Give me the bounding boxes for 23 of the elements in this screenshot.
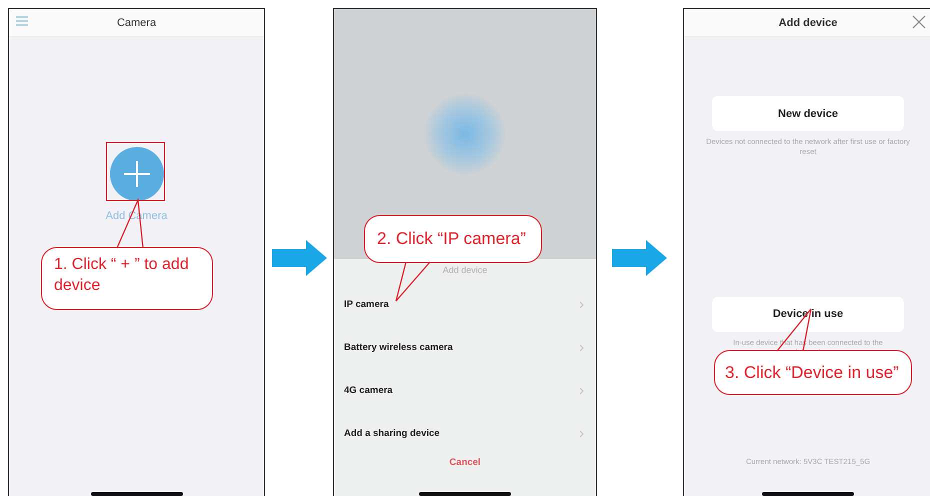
right-arrow-icon	[272, 240, 327, 276]
chevron-right-icon	[579, 386, 584, 394]
device-type-option[interactable]: Add a sharing device	[334, 412, 596, 455]
screen-title: Add device	[778, 16, 838, 28]
callout-pointer	[394, 260, 432, 303]
device-type-option[interactable]: Battery wireless camera	[334, 326, 596, 369]
sheet-title: Add device	[442, 265, 488, 275]
right-arrow-icon	[612, 240, 667, 276]
chevron-right-icon	[579, 430, 584, 438]
close-icon[interactable]	[912, 15, 926, 29]
menu-icon[interactable]	[15, 15, 29, 27]
device-type-option[interactable]: 4G camera	[334, 369, 596, 412]
plus-icon	[122, 160, 150, 188]
callout-bubble: 1. Click “ + ” to add device	[41, 247, 213, 310]
callout-bubble: 3. Click “Device in use”	[714, 350, 912, 395]
highlight-frame	[106, 142, 165, 201]
chevron-right-icon	[579, 344, 584, 352]
screen-title: Camera	[116, 16, 156, 28]
device-option-button[interactable]: New device	[712, 96, 904, 131]
chevron-right-icon	[579, 300, 584, 308]
callout-bubble: 2. Click “IP camera”	[364, 215, 542, 263]
device-type-option[interactable]: IP camera	[334, 283, 596, 326]
add-camera-button[interactable]	[110, 147, 164, 201]
